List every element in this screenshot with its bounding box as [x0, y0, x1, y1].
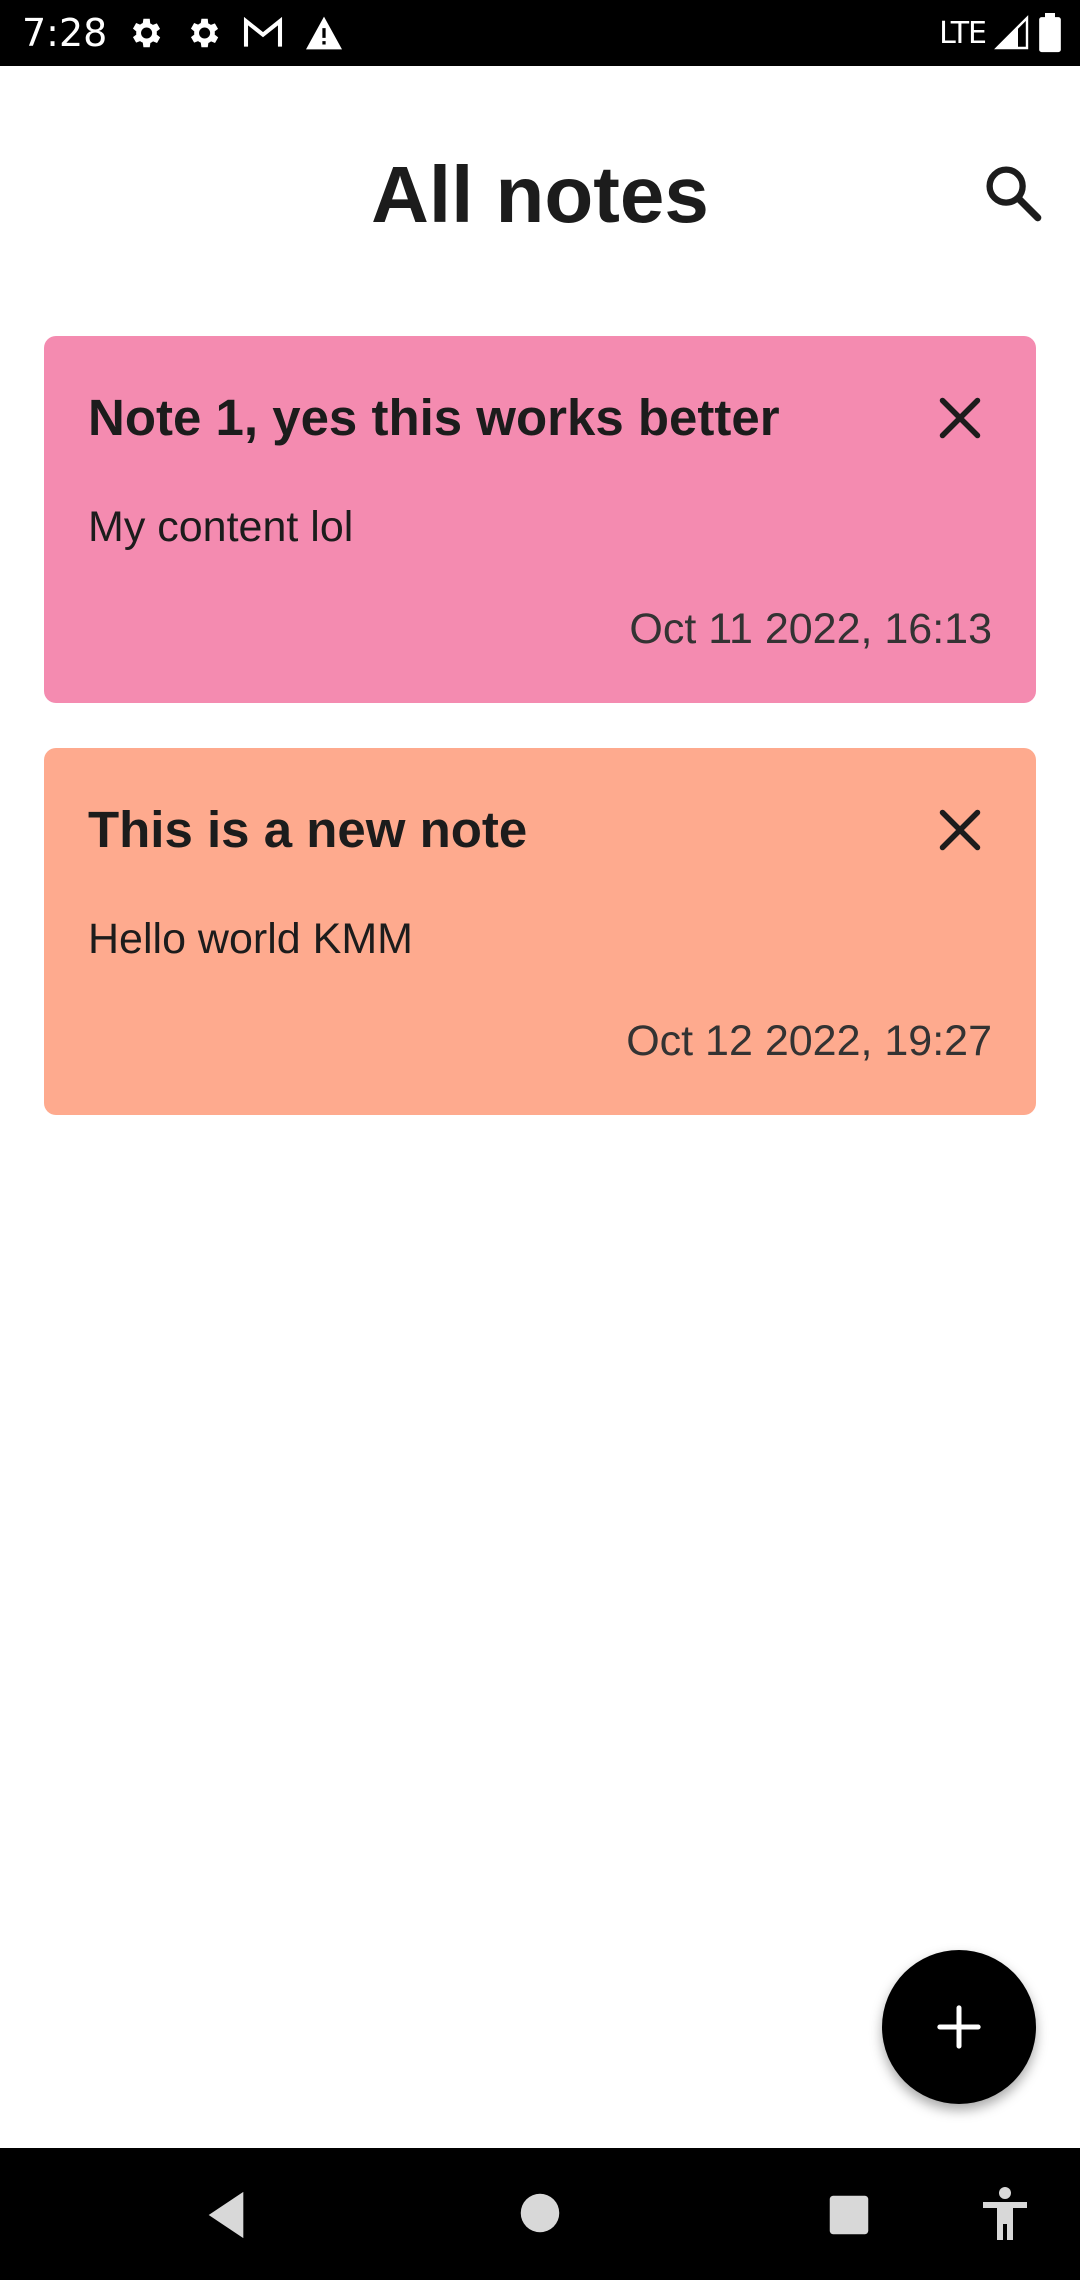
- settings-icon: [190, 18, 219, 48]
- settings-icon: [132, 18, 161, 48]
- close-icon: [939, 397, 981, 439]
- search-icon: [986, 166, 1042, 222]
- warning-icon: [306, 16, 342, 50]
- system-status: LTE: [939, 10, 1062, 56]
- notification-icons: [126, 12, 344, 54]
- note-card[interactable]: Note 1, yes this works better My content…: [44, 336, 1036, 703]
- add-note-button[interactable]: [882, 1950, 1036, 2104]
- note-content: Hello world KMM: [88, 915, 413, 963]
- note-date: Oct 12 2022, 19:27: [626, 1017, 992, 1065]
- status-time: 7:28: [22, 11, 108, 55]
- note-content: My content lol: [88, 503, 354, 551]
- status-bar: 7:28 LTE: [0, 0, 1080, 66]
- home-icon[interactable]: [519, 2192, 561, 2234]
- back-icon[interactable]: [204, 2190, 248, 2240]
- delete-note-button[interactable]: [930, 388, 990, 448]
- signal-icon: [994, 15, 1029, 50]
- note-title: This is a new note: [88, 801, 528, 858]
- plus-icon: [937, 2005, 981, 2049]
- close-icon: [939, 809, 981, 851]
- note-card[interactable]: This is a new note Hello world KMM Oct 1…: [44, 748, 1036, 1115]
- navigation-bar: [0, 2148, 1080, 2280]
- delete-note-button[interactable]: [930, 800, 990, 860]
- gmail-icon: [243, 16, 283, 47]
- page-title: All notes: [371, 150, 709, 239]
- search-button[interactable]: [980, 160, 1046, 226]
- accessibility-icon[interactable]: [980, 2186, 1030, 2242]
- note-title: Note 1, yes this works better: [88, 389, 780, 446]
- note-date: Oct 11 2022, 16:13: [629, 605, 992, 653]
- recents-icon[interactable]: [828, 2194, 870, 2236]
- battery-icon: [1039, 13, 1061, 53]
- network-type: LTE: [939, 15, 987, 51]
